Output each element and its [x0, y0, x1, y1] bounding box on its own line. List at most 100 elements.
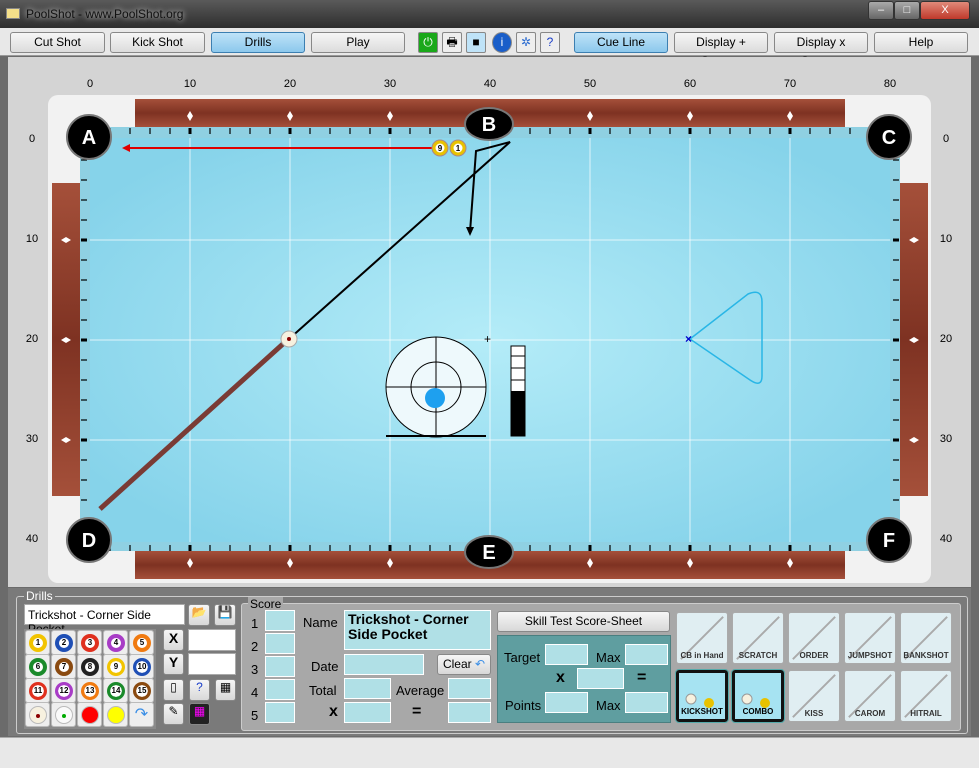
yellow-marker-button[interactable] — [103, 702, 128, 727]
ball-number: 12 — [59, 686, 69, 696]
new-document-icon[interactable]: ▯ — [163, 679, 184, 701]
clear-button[interactable]: Clear ↶ — [437, 654, 491, 675]
shot-type-kiss[interactable]: KISS — [788, 670, 840, 722]
cue-ball-button[interactable] — [25, 702, 50, 727]
shot-type-hitrail[interactable]: HITRAIL — [900, 670, 952, 722]
ball-number: 8 — [85, 662, 95, 672]
shot-type-label: CB in Hand — [680, 651, 724, 660]
shot-type-carom[interactable]: CAROM — [844, 670, 896, 722]
color-palette-icon[interactable]: ▦ — [189, 703, 210, 725]
ghost-ball-button[interactable] — [51, 702, 76, 727]
ball-8-button[interactable]: 8 — [77, 654, 102, 679]
table-list-icon[interactable]: ▦ — [215, 679, 236, 701]
pocket-d[interactable]: D — [66, 517, 112, 563]
average-field[interactable] — [448, 678, 491, 699]
skill-test-score-sheet-button[interactable]: Skill Test Score-Sheet — [497, 611, 670, 632]
save-icon[interactable]: 💾 — [214, 604, 236, 626]
rail-tick — [309, 545, 311, 551]
spin-point[interactable] — [425, 388, 445, 408]
multiplier-field[interactable] — [344, 702, 391, 723]
rail-tick — [769, 545, 771, 551]
rail-tick — [669, 128, 671, 134]
pocket-a[interactable]: A — [66, 114, 112, 160]
ball-2-button[interactable]: 2 — [51, 630, 76, 655]
ball-1-button[interactable]: 1 — [25, 630, 50, 655]
rail-tick — [81, 359, 87, 361]
rail-tick — [309, 128, 311, 134]
ball-1[interactable]: 1 — [449, 139, 467, 157]
pocket-c[interactable]: C — [866, 114, 912, 160]
red-marker-button[interactable] — [77, 702, 102, 727]
shot-type-combo[interactable]: COMBO — [731, 669, 785, 723]
target-max-label: Max — [596, 650, 621, 665]
drill-name-input[interactable]: Trickshot - Corner Side Pocket — [24, 604, 185, 636]
pocket-b[interactable]: B — [464, 107, 514, 141]
shot-type-bankshot[interactable]: BANKSHOT — [900, 612, 952, 664]
drills-group-label: Drills — [24, 589, 55, 603]
shot-type-jumpshot[interactable]: JUMPSHOT — [844, 612, 896, 664]
pool-table[interactable]: A B C D E F × + 9 1 — [0, 0, 979, 590]
pocket-f[interactable]: F — [866, 517, 912, 563]
ball-11-button[interactable]: 11 — [25, 678, 50, 703]
center-crosshair-icon: + — [484, 332, 491, 346]
rail-tick — [893, 479, 899, 481]
target-max-field[interactable] — [625, 644, 668, 665]
ball-9-button[interactable]: 9 — [103, 654, 128, 679]
shot-type-order[interactable]: ORDER — [788, 612, 840, 664]
y-input[interactable] — [188, 653, 236, 675]
rail-tick — [269, 128, 271, 134]
ball-12-button[interactable]: 12 — [51, 678, 76, 703]
score-row-field[interactable] — [265, 679, 295, 700]
ball-7-button[interactable]: 7 — [51, 654, 76, 679]
ball-9[interactable]: 9 — [431, 139, 449, 157]
shot-type-label: KISS — [804, 709, 824, 718]
rail-tick — [409, 128, 411, 134]
ball-13-button[interactable]: 13 — [77, 678, 102, 703]
points-field[interactable] — [545, 692, 588, 713]
rail-tick — [749, 128, 751, 134]
score-name-field[interactable]: Trickshot - Corner Side Pocket — [344, 610, 491, 650]
score-row-field[interactable] — [265, 633, 295, 654]
rail-tick — [893, 499, 899, 501]
rail-tick — [149, 545, 151, 551]
open-folder-icon[interactable]: 📂 — [188, 604, 210, 626]
x-input[interactable] — [188, 629, 236, 651]
ball-10-button[interactable]: 10 — [129, 654, 154, 679]
score-row-field[interactable] — [265, 656, 295, 677]
target-field[interactable] — [545, 644, 588, 665]
score-row-field[interactable] — [265, 702, 295, 723]
ball-5-button[interactable]: 5 — [129, 630, 154, 655]
ball-3-button[interactable]: 3 — [77, 630, 102, 655]
total-field[interactable] — [344, 678, 391, 699]
rail-tick — [629, 545, 631, 551]
ball-15-button[interactable]: 15 — [129, 678, 154, 703]
pocket-e[interactable]: E — [464, 535, 514, 569]
edit-notes-icon[interactable]: ✎ — [163, 703, 184, 725]
y-button[interactable]: Y — [163, 653, 184, 675]
redo-icon[interactable]: ↷ — [129, 702, 154, 727]
shot-type-label: JUMPSHOT — [847, 651, 893, 660]
shot-type-scratch[interactable]: SCRATCH — [732, 612, 784, 664]
date-field[interactable] — [344, 654, 424, 675]
shot-type-cb-in-hand[interactable]: CB in Hand — [676, 612, 728, 664]
rail-tick — [649, 545, 651, 551]
shot-type-kickshot[interactable]: KICKSHOT — [675, 669, 729, 723]
score-row-number: 3 — [251, 662, 259, 677]
ball-6-button[interactable]: 6 — [25, 654, 50, 679]
document-help-icon[interactable]: ? — [189, 679, 210, 701]
spin-selector[interactable] — [385, 336, 487, 438]
points-label: Points — [505, 698, 542, 713]
shot-type-label: SCRATCH — [738, 651, 778, 660]
power-bar[interactable] — [510, 345, 526, 437]
x-button[interactable]: X — [163, 629, 184, 651]
rail-tick — [893, 159, 899, 161]
result-field[interactable] — [448, 702, 491, 723]
ball-4-button[interactable]: 4 — [103, 630, 128, 655]
points-max-field[interactable] — [625, 692, 668, 713]
ball-14-button[interactable]: 14 — [103, 678, 128, 703]
rail-tick — [229, 128, 231, 134]
rail-tick — [449, 545, 451, 551]
score-row-field[interactable] — [265, 610, 295, 631]
skill-multiplier-field[interactable] — [577, 668, 624, 689]
cue-ball[interactable] — [280, 330, 298, 348]
